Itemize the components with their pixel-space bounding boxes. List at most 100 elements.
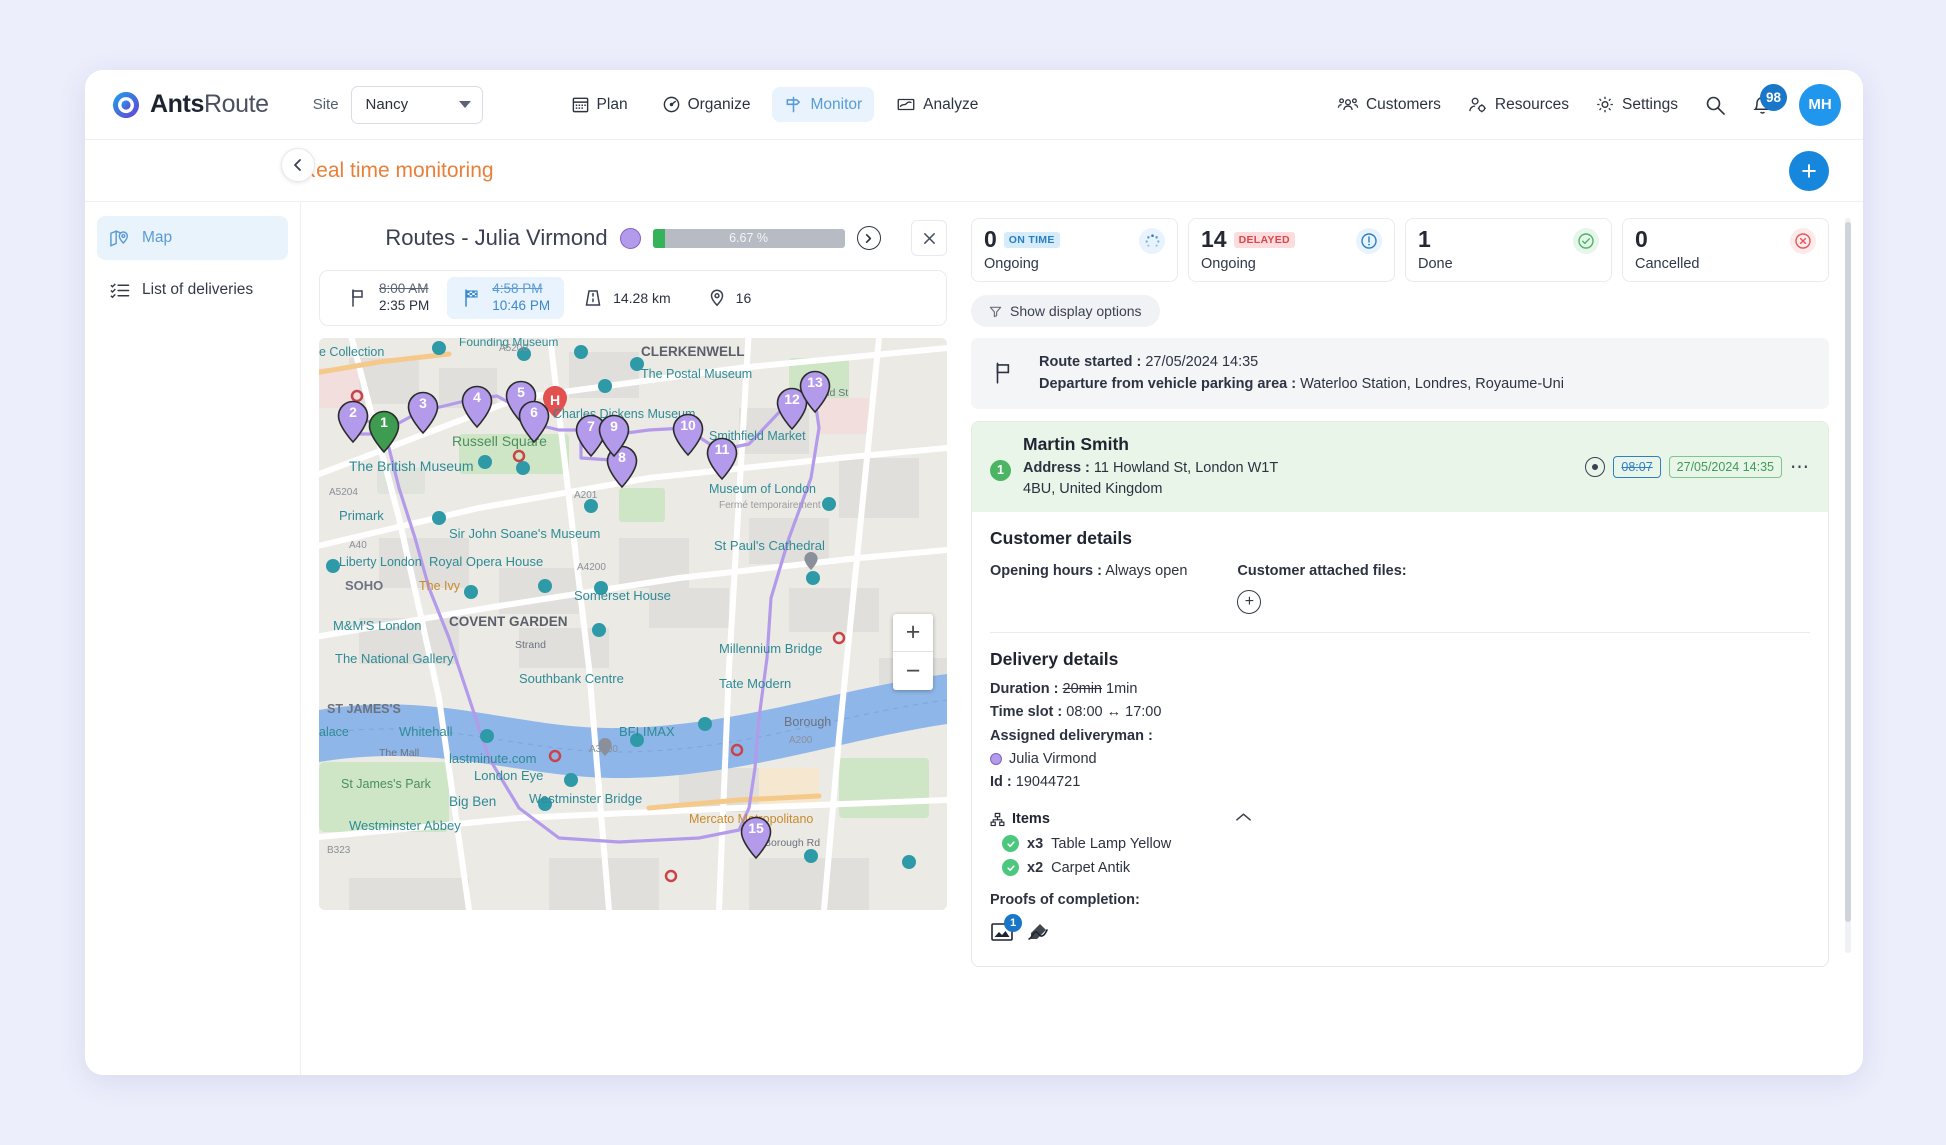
nav-item-customers[interactable]: Customers	[1337, 95, 1441, 114]
site-select[interactable]: Nancy	[350, 85, 483, 124]
map-label: Royal Opera House	[429, 554, 543, 569]
checklist-icon	[110, 282, 130, 298]
top-navigation-bar: AntsRoute Site Nancy Plan Organize Monit…	[85, 70, 1863, 140]
people-icon	[1337, 98, 1359, 111]
items-header[interactable]: Items	[990, 810, 1810, 828]
route-start-stat: 8:00 AM 2:35 PM	[330, 281, 447, 315]
map-marker-label: 9	[610, 418, 618, 434]
site-selector-group: Site Nancy	[313, 85, 483, 124]
map-marker-3[interactable]: 3	[406, 391, 440, 435]
map-label: Southbank Centre	[519, 671, 624, 686]
check-glyph	[1578, 233, 1594, 249]
delivery-duration: Duration : 20min 1min	[990, 678, 1810, 701]
id-label: Id :	[990, 773, 1012, 790]
map-label: e Collection	[319, 345, 384, 359]
map-zoom-in-button[interactable]: +	[893, 614, 933, 652]
nav-item-monitor[interactable]: Monitor	[772, 87, 875, 122]
antsroute-logo-icon	[113, 91, 140, 118]
proof-signature-button[interactable]	[1026, 921, 1050, 948]
map-label: COVENT GARDEN	[449, 614, 568, 629]
actual-time-badge: 27/05/2024 14:35	[1668, 456, 1782, 479]
user-avatar[interactable]: MH	[1799, 83, 1841, 126]
status-card-cancelled[interactable]: 0 Cancelled	[1622, 218, 1829, 282]
items-icon	[990, 812, 1005, 826]
map-marker-9[interactable]: 9	[597, 414, 631, 458]
map-marker-15[interactable]: 15	[739, 816, 773, 860]
map-marker-4[interactable]: 4	[460, 385, 494, 429]
nav-item-plan[interactable]: Plan	[559, 87, 640, 122]
person-gear-icon	[1469, 97, 1486, 113]
address-label: Address :	[1023, 459, 1090, 476]
route-end-stat[interactable]: 4:58 PM 10:46 PM	[447, 277, 565, 319]
notifications-button[interactable]: 98	[1752, 83, 1787, 116]
items-list: x3 Table Lamp Yellow x2 Carpet Antik	[990, 835, 1810, 877]
status-card-ongoing-delayed[interactable]: 14 DELAYED Ongoing	[1188, 218, 1395, 282]
location-pin-icon	[710, 289, 723, 307]
sidebar-item-list-label: List of deliveries	[142, 281, 254, 298]
nav-item-analyze[interactable]: Analyze	[884, 87, 990, 122]
app-window: AntsRoute Site Nancy Plan Organize Monit…	[85, 70, 1863, 1075]
nav-item-organize-label: Organize	[687, 95, 751, 113]
map-marker-label: 15	[748, 820, 764, 836]
map-marker-11[interactable]: 11	[705, 437, 739, 481]
status-card-done[interactable]: 1 Done	[1405, 218, 1612, 282]
close-panel-button[interactable]	[911, 220, 947, 256]
status-label-done: Done	[1418, 256, 1453, 272]
map-marker-label: 3	[419, 395, 427, 411]
delivery-card-body: Customer details Opening hours : Always …	[972, 512, 1828, 966]
sidebar-item-map[interactable]: Map	[97, 216, 288, 260]
id-value: 19044721	[1015, 773, 1081, 790]
map-label: Millennium Bridge	[719, 641, 822, 656]
add-button[interactable]: +	[1789, 151, 1829, 191]
route-map-column: Routes - Julia Virmond 6.67 % 8:00 AM 2:…	[301, 218, 961, 1075]
map-label: St James's Park	[341, 777, 432, 791]
route-banner-lines: Route started : 27/05/2024 14:35 Departu…	[1039, 351, 1564, 396]
map-label: Somerset House	[574, 588, 671, 603]
app-logo[interactable]: AntsRoute	[111, 90, 269, 120]
back-button[interactable]	[281, 148, 315, 182]
map-zoom-out-button[interactable]: −	[893, 652, 933, 690]
panel-scrollbar-thumb[interactable]	[1845, 222, 1851, 922]
nav-item-resources[interactable]: Resources	[1467, 95, 1569, 114]
status-card-ongoing-ontime[interactable]: 0 ON TIME Ongoing	[971, 218, 1178, 282]
nav-item-settings[interactable]: Settings	[1595, 95, 1678, 114]
deliveryman-label: Assigned deliveryman :	[990, 727, 1153, 744]
status-label-cancelled: Cancelled	[1635, 256, 1700, 272]
route-map[interactable]: H CLERKENWELL The Postal Museum Founding M…	[319, 338, 947, 910]
target-icon[interactable]	[1585, 457, 1606, 478]
map-marker-1[interactable]: 1	[367, 410, 401, 454]
warning-glyph	[1361, 233, 1377, 249]
more-options-icon[interactable]: ⋯	[1790, 456, 1810, 479]
map-label: B323	[327, 845, 351, 856]
map-marker-13[interactable]: 13	[798, 370, 832, 414]
nav-item-organize[interactable]: Organize	[650, 87, 763, 122]
show-display-options-button[interactable]: Show display options	[971, 295, 1160, 327]
chevron-up-icon[interactable]	[1235, 810, 1252, 828]
opening-hours-block: Opening hours : Always open	[990, 560, 1187, 614]
delivery-details-title: Delivery details	[990, 649, 1119, 670]
delivery-card-header[interactable]: 1 Martin Smith Address : 11 Howland St, …	[972, 421, 1828, 512]
chevron-left-icon	[294, 159, 301, 171]
panel-scrollbar-track[interactable]	[1845, 218, 1851, 953]
map-marker-6[interactable]: 6	[517, 400, 551, 444]
route-distance-stat: 14.28 km	[564, 287, 689, 309]
gauge-icon	[663, 96, 679, 113]
add-circle-icon[interactable]: +	[1237, 590, 1262, 615]
check-icon	[1573, 228, 1599, 254]
map-label: Primark	[339, 508, 384, 523]
sidebar-item-list-of-deliveries[interactable]: List of deliveries	[97, 268, 288, 312]
search-button[interactable]	[1704, 94, 1726, 116]
opening-hours-label: Opening hours :	[990, 562, 1102, 579]
next-route-button[interactable]	[856, 226, 881, 250]
map-marker-2[interactable]: 2	[336, 400, 370, 444]
nav-item-monitor-label: Monitor	[810, 95, 863, 113]
map-marker-10[interactable]: 10	[671, 413, 705, 457]
calendar-icon	[572, 97, 588, 113]
proof-photo-button[interactable]: 1	[990, 914, 1022, 948]
route-end-planned: 4:58 PM	[492, 281, 543, 297]
opening-hours: Opening hours : Always open	[990, 560, 1187, 583]
chart-flag-icon	[897, 98, 915, 111]
status-tag-delayed: DELAYED	[1233, 231, 1295, 248]
map-label: A201	[574, 490, 598, 501]
map-label: SOHO	[345, 578, 383, 593]
